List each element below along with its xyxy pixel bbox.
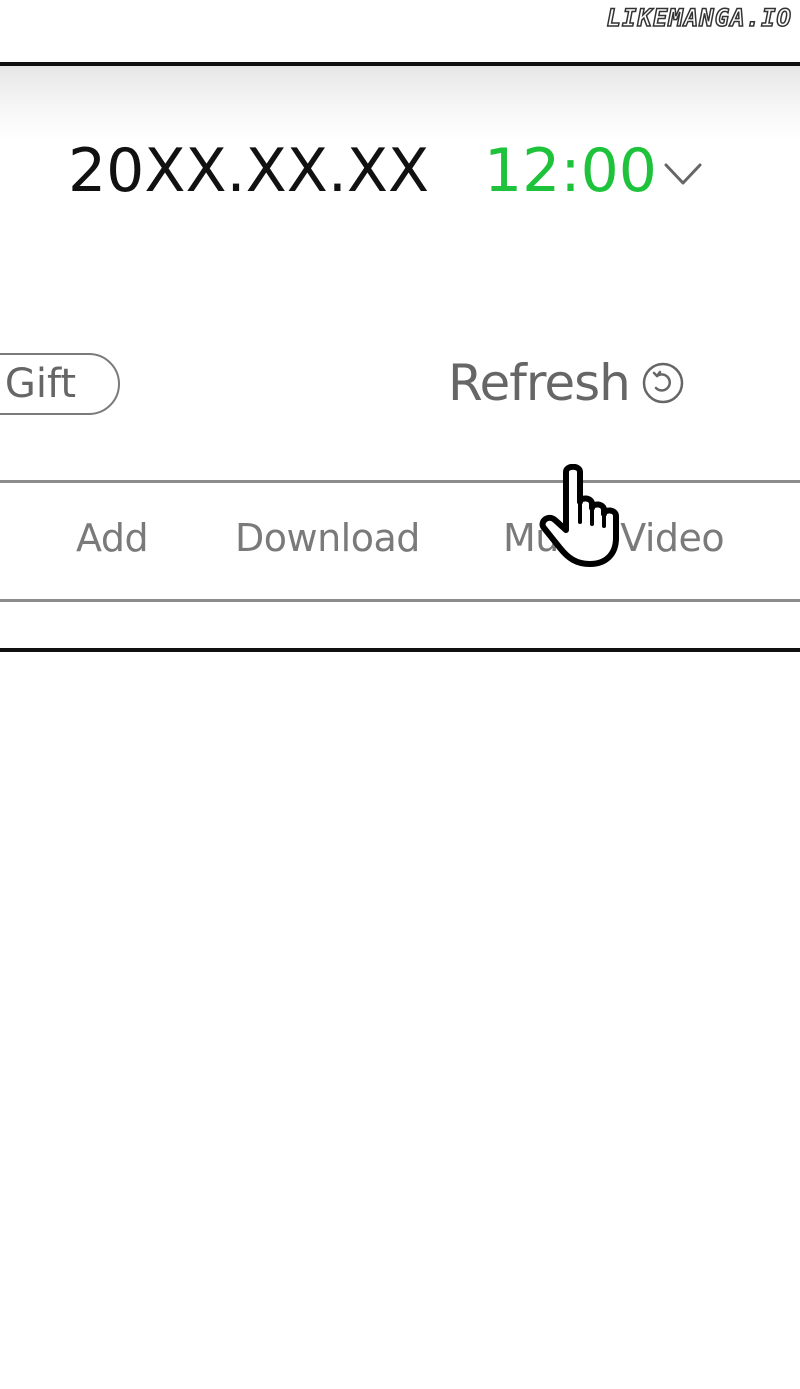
refresh-label: Refresh bbox=[448, 354, 631, 412]
gift-button[interactable]: Gift bbox=[0, 353, 120, 415]
menu-item-add[interactable]: Add bbox=[76, 516, 149, 560]
gift-label: Gift bbox=[4, 361, 76, 407]
hand-pointer-icon bbox=[539, 464, 619, 567]
time-selector[interactable]: 12:00 bbox=[484, 136, 703, 206]
time-display: 12:00 bbox=[484, 136, 657, 206]
menu-divider-bottom bbox=[0, 599, 800, 602]
menu-item-download[interactable]: Download bbox=[235, 516, 420, 560]
date-display: 20XX.XX.XX bbox=[68, 136, 430, 206]
chevron-down-icon[interactable] bbox=[663, 161, 703, 187]
app-panel: 20XX.XX.XX 12:00 Gift Refresh Add Downlo… bbox=[0, 62, 800, 652]
menu-divider-top bbox=[0, 480, 800, 483]
page: LIKEMANGA.IO 20XX.XX.XX 12:00 Gift Refre… bbox=[0, 0, 800, 1389]
watermark: LIKEMANGA.IO bbox=[606, 3, 792, 33]
refresh-icon[interactable] bbox=[642, 362, 684, 404]
refresh-button[interactable]: Refresh bbox=[448, 354, 684, 412]
